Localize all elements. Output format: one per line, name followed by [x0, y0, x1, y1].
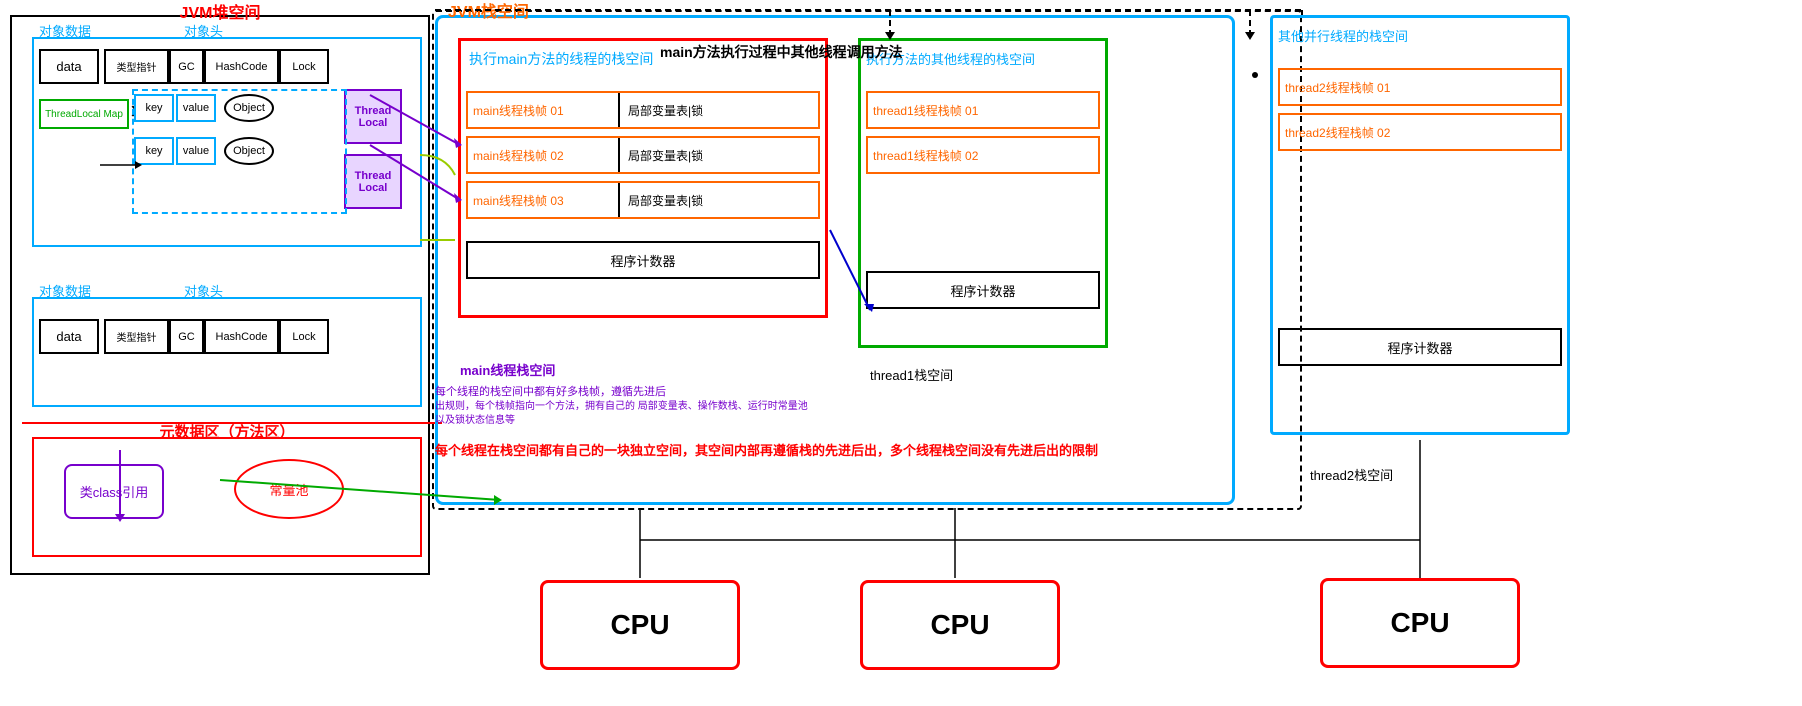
thread1-frame-2: thread1线程栈帧 02 [866, 136, 1100, 174]
thread2-stack-title: 其他并行线程的栈空间 [1278, 26, 1408, 45]
type-pointer-box-2: 类型指针 [104, 319, 169, 354]
thread2-stack: 其他并行线程的栈空间 thread2线程栈帧 01 thread2线程栈帧 02… [1270, 15, 1570, 435]
thread2-stack-label: thread2栈空间 [1310, 465, 1393, 484]
threadlocal-map: ThreadLocal Map [39, 99, 129, 129]
lock-box: Lock [279, 49, 329, 84]
header-boxes-bottom: 类型指针 GC HashCode Lock [104, 319, 329, 354]
prog-counter-main: 程序计数器 [466, 241, 820, 279]
value-box-2: value [176, 137, 216, 165]
jvm-stack-title: JVM栈空间 [448, 0, 529, 22]
object-ellipse-2: Object [224, 137, 274, 165]
jvm-stack-area: JVM栈空间 执行main方法的线程的栈空间 main线程栈帧 01 局部变量表… [435, 15, 1235, 505]
main-stack-desc: 每个线程的栈空间中都有好多栈帧，遵循先进后 出规则，每个栈帧指向一个方法，拥有自… [435, 385, 815, 428]
obj-data-bottom-label: 对象数据 [39, 281, 91, 300]
cpu-box-3: CPU [1320, 578, 1520, 668]
value-box-1: value [176, 94, 216, 122]
frame-desc-3: 局部变量表|锁 [620, 192, 703, 209]
frame-desc-2: 局部变量表|锁 [620, 147, 703, 164]
cpu-box-2: CPU [860, 580, 1060, 670]
kv-container: key value Object key value Object [134, 94, 274, 165]
main-thread-stack: 执行main方法的线程的栈空间 main线程栈帧 01 局部变量表|锁 main… [458, 38, 828, 318]
thread1-stack: 执行方法的其他线程的栈空间 thread1线程栈帧 01 thread1线程栈帧… [858, 38, 1108, 348]
main-frame-2: main线程栈帧 02 局部变量表|锁 [466, 136, 820, 174]
const-pool-ellipse: 常量池 [234, 459, 344, 519]
object-ellipse-1: Object [224, 94, 274, 122]
type-pointer-box: 类型指针 [104, 49, 169, 84]
data-box-bottom: data [39, 319, 99, 354]
key-box-2: key [134, 137, 174, 165]
kv-row-2: key value Object [134, 137, 274, 165]
thread-local-box-2: Thread Local [344, 154, 402, 209]
diagram: JVM堆空间 对象数据 对象头 data 类型指针 GC HashCode [0, 0, 1802, 706]
thread-local-box-1: Thread Local [344, 89, 402, 144]
kv-row-1: key value Object [134, 94, 274, 122]
frame-name-3: main线程栈帧 03 [468, 192, 618, 209]
gc-box: GC [169, 49, 204, 84]
lock-box-2: Lock [279, 319, 329, 354]
meta-title: 元数据区（方法区） [159, 421, 294, 442]
jvm-heap-title: JVM堆空间 [180, 0, 261, 23]
gc-box-2: GC [169, 319, 204, 354]
cpu-box-1: CPU [540, 580, 740, 670]
thread1-frame-1: thread1线程栈帧 01 [866, 91, 1100, 129]
obj-data-bottom: 对象数据 对象头 data 类型指针 GC HashCode Lock [32, 297, 422, 407]
obj-header-bottom-label: 对象头 [184, 281, 223, 300]
obj-data-top: 对象数据 对象头 data 类型指针 GC HashCode Lock [32, 37, 422, 247]
key-box-1: key [134, 94, 174, 122]
prog-counter-thread1: 程序计数器 [866, 271, 1100, 309]
data-box-top: data [39, 49, 99, 84]
obj-header-label: 对象头 [184, 21, 223, 40]
jvm-heap-area: JVM堆空间 对象数据 对象头 data 类型指针 GC HashCode [10, 15, 430, 575]
prog-counter-thread2: 程序计数器 [1278, 328, 1562, 366]
main-stack-label: main线程栈空间 [460, 360, 555, 379]
main-frame-3: main线程栈帧 03 局部变量表|锁 [466, 181, 820, 219]
bottom-note: 每个线程在栈空间都有自己的一块独立空间，其空间内部再遵循栈的先进后出，多个线程栈… [435, 440, 1305, 459]
frame-name-1: main线程栈帧 01 [468, 102, 618, 119]
class-ref-box: 类class引用 [64, 464, 164, 519]
header-boxes-top: 类型指针 GC HashCode Lock [104, 49, 329, 84]
frame-desc-1: 局部变量表|锁 [620, 102, 703, 119]
obj-data-label: 对象数据 [39, 21, 91, 40]
main-frame-1: main线程栈帧 01 局部变量表|锁 [466, 91, 820, 129]
thread1-stack-label: thread1栈空间 [870, 365, 953, 384]
thread2-frame-2: thread2线程栈帧 02 [1278, 113, 1562, 151]
hashcode-box-2: HashCode [204, 319, 279, 354]
main-thread-stack-title: 执行main方法的线程的栈空间 [469, 49, 653, 69]
meta-area: 元数据区（方法区） 类class引用 常量池 [32, 437, 422, 557]
frame-name-2: main线程栈帧 02 [468, 147, 618, 164]
hashcode-box: HashCode [204, 49, 279, 84]
top-annotation: main方法执行过程中其他线程调用方法 [660, 42, 903, 62]
thread2-frame-1: thread2线程栈帧 01 [1278, 68, 1562, 106]
